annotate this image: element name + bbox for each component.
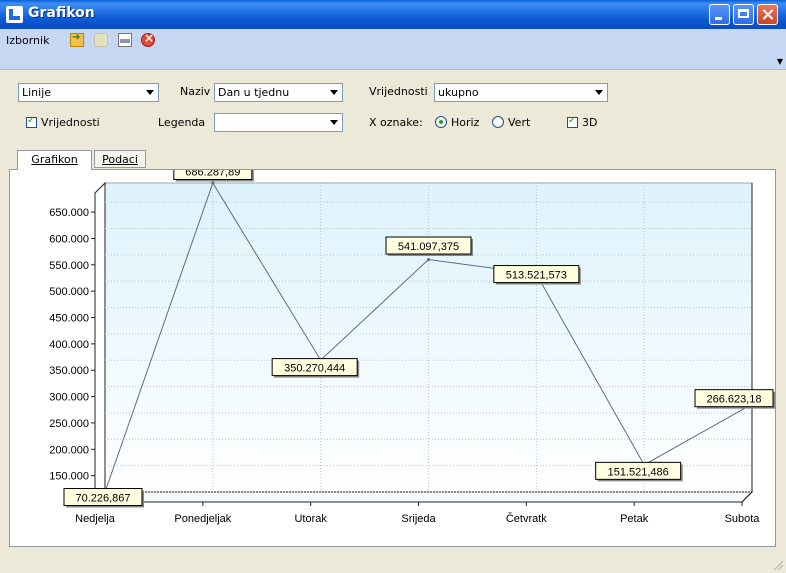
chevron-down-icon [330,90,338,95]
legenda-select[interactable] [214,113,343,132]
tab-podaci[interactable]: Podaci [94,150,146,168]
xoznake-label: X oznake: [369,116,423,129]
y-tick-label: 300.000 [49,392,89,404]
data-point [427,258,430,262]
plot-floor [93,491,754,503]
y-tick-label: 350.000 [49,365,89,377]
data-label: 266.623,18 [706,394,761,406]
chart-type-value: Linije [22,86,52,99]
tab-grafikon[interactable]: Grafikon [17,150,92,170]
menu-izbornik[interactable]: Izbornik [6,34,49,47]
window-title: Grafikon [28,5,95,21]
vrijednosti-select[interactable]: ukupno [434,83,608,102]
x-tick-label: Subota [725,513,761,525]
data-point [211,181,215,185]
chevron-down-icon [330,120,338,125]
y-tick-label: 250.000 [49,418,89,430]
y-tick-label: 550.000 [49,260,89,272]
print-icon[interactable] [118,33,132,47]
plot-left-wall [94,181,106,504]
x-tick-label: Srijeda [401,513,436,525]
y-tick-label: 450.000 [49,313,89,325]
vrijednosti-label: Vrijednosti [369,85,428,98]
x-tick-label: Utorak [294,513,327,525]
close-button[interactable] [757,4,778,25]
naziv-label: Naziv [180,85,211,98]
data-label: 70.226,867 [75,493,130,505]
naziv-select[interactable]: Dan u tjednu [214,83,343,102]
line-chart: 100150.000200.000250.000300.000350.00040… [49,170,775,525]
y-tick-label: 500.000 [49,286,89,298]
chart-type-select[interactable]: Linije [18,83,159,102]
show-values-checkbox[interactable] [26,115,37,128]
resize-grip-icon[interactable] [773,560,783,570]
comment-icon[interactable] [94,33,108,47]
maximize-button[interactable] [733,4,754,25]
menu-izbornik-label: Izbornik [6,34,50,47]
data-label: 686.287,89 [185,170,240,179]
data-label: 513.521,573 [506,270,567,282]
y-tick-label: 150.000 [49,471,89,483]
y-tick-label: 650.000 [49,207,89,219]
export-icon[interactable] [70,32,84,47]
chevron-down-icon [146,90,154,95]
show-values-label: Vrijednosti [41,116,100,129]
chart-window: Grafikon Izbornik ▼ Linije Naziv Dan u t… [0,0,786,573]
tab-grafikon-label: Grafikon [31,153,78,166]
chart-area: 100150.000200.000250.000300.000350.00040… [9,169,776,547]
title-bar[interactable]: Grafikon [0,0,786,29]
plot-back-wall [104,182,753,493]
x-tick-label: Četvratk [506,512,547,525]
toolbar-overflow-icon[interactable]: ▼ [777,57,783,66]
data-label: 541.097,375 [398,241,459,253]
legenda-label: Legenda [158,116,206,129]
y-tick-label: 400.000 [49,339,89,351]
data-label: 350.270,444 [284,363,345,375]
app-icon [6,6,23,23]
naziv-value: Dan u tjednu [218,86,290,99]
horiz-label: Horiz [451,116,480,129]
chevron-down-icon [595,90,603,95]
menu-bar: Izbornik ▼ [0,29,786,70]
vert-radio[interactable] [492,116,504,128]
x-tick-label: Nedjelja [75,513,116,525]
x-tick-label: Ponedjeljak [174,513,231,525]
status-bar [0,548,786,573]
close-icon[interactable] [141,31,155,47]
horiz-radio[interactable] [435,116,447,128]
settings-panel: Linije Naziv Dan u tjednu Vrijednosti uk… [0,70,786,573]
y-tick-label: 600.000 [49,233,89,245]
minimize-button[interactable] [709,4,730,25]
y-tick-label: 200.000 [49,444,89,456]
threed-label: 3D [582,116,598,129]
vrijednosti-value: ukupno [438,86,479,99]
threed-checkbox[interactable] [567,115,578,128]
vert-label: Vert [508,116,531,129]
data-label: 151.521,486 [608,466,669,478]
tab-podaci-label: Podaci [102,153,138,166]
x-tick-label: Petak [620,513,649,525]
